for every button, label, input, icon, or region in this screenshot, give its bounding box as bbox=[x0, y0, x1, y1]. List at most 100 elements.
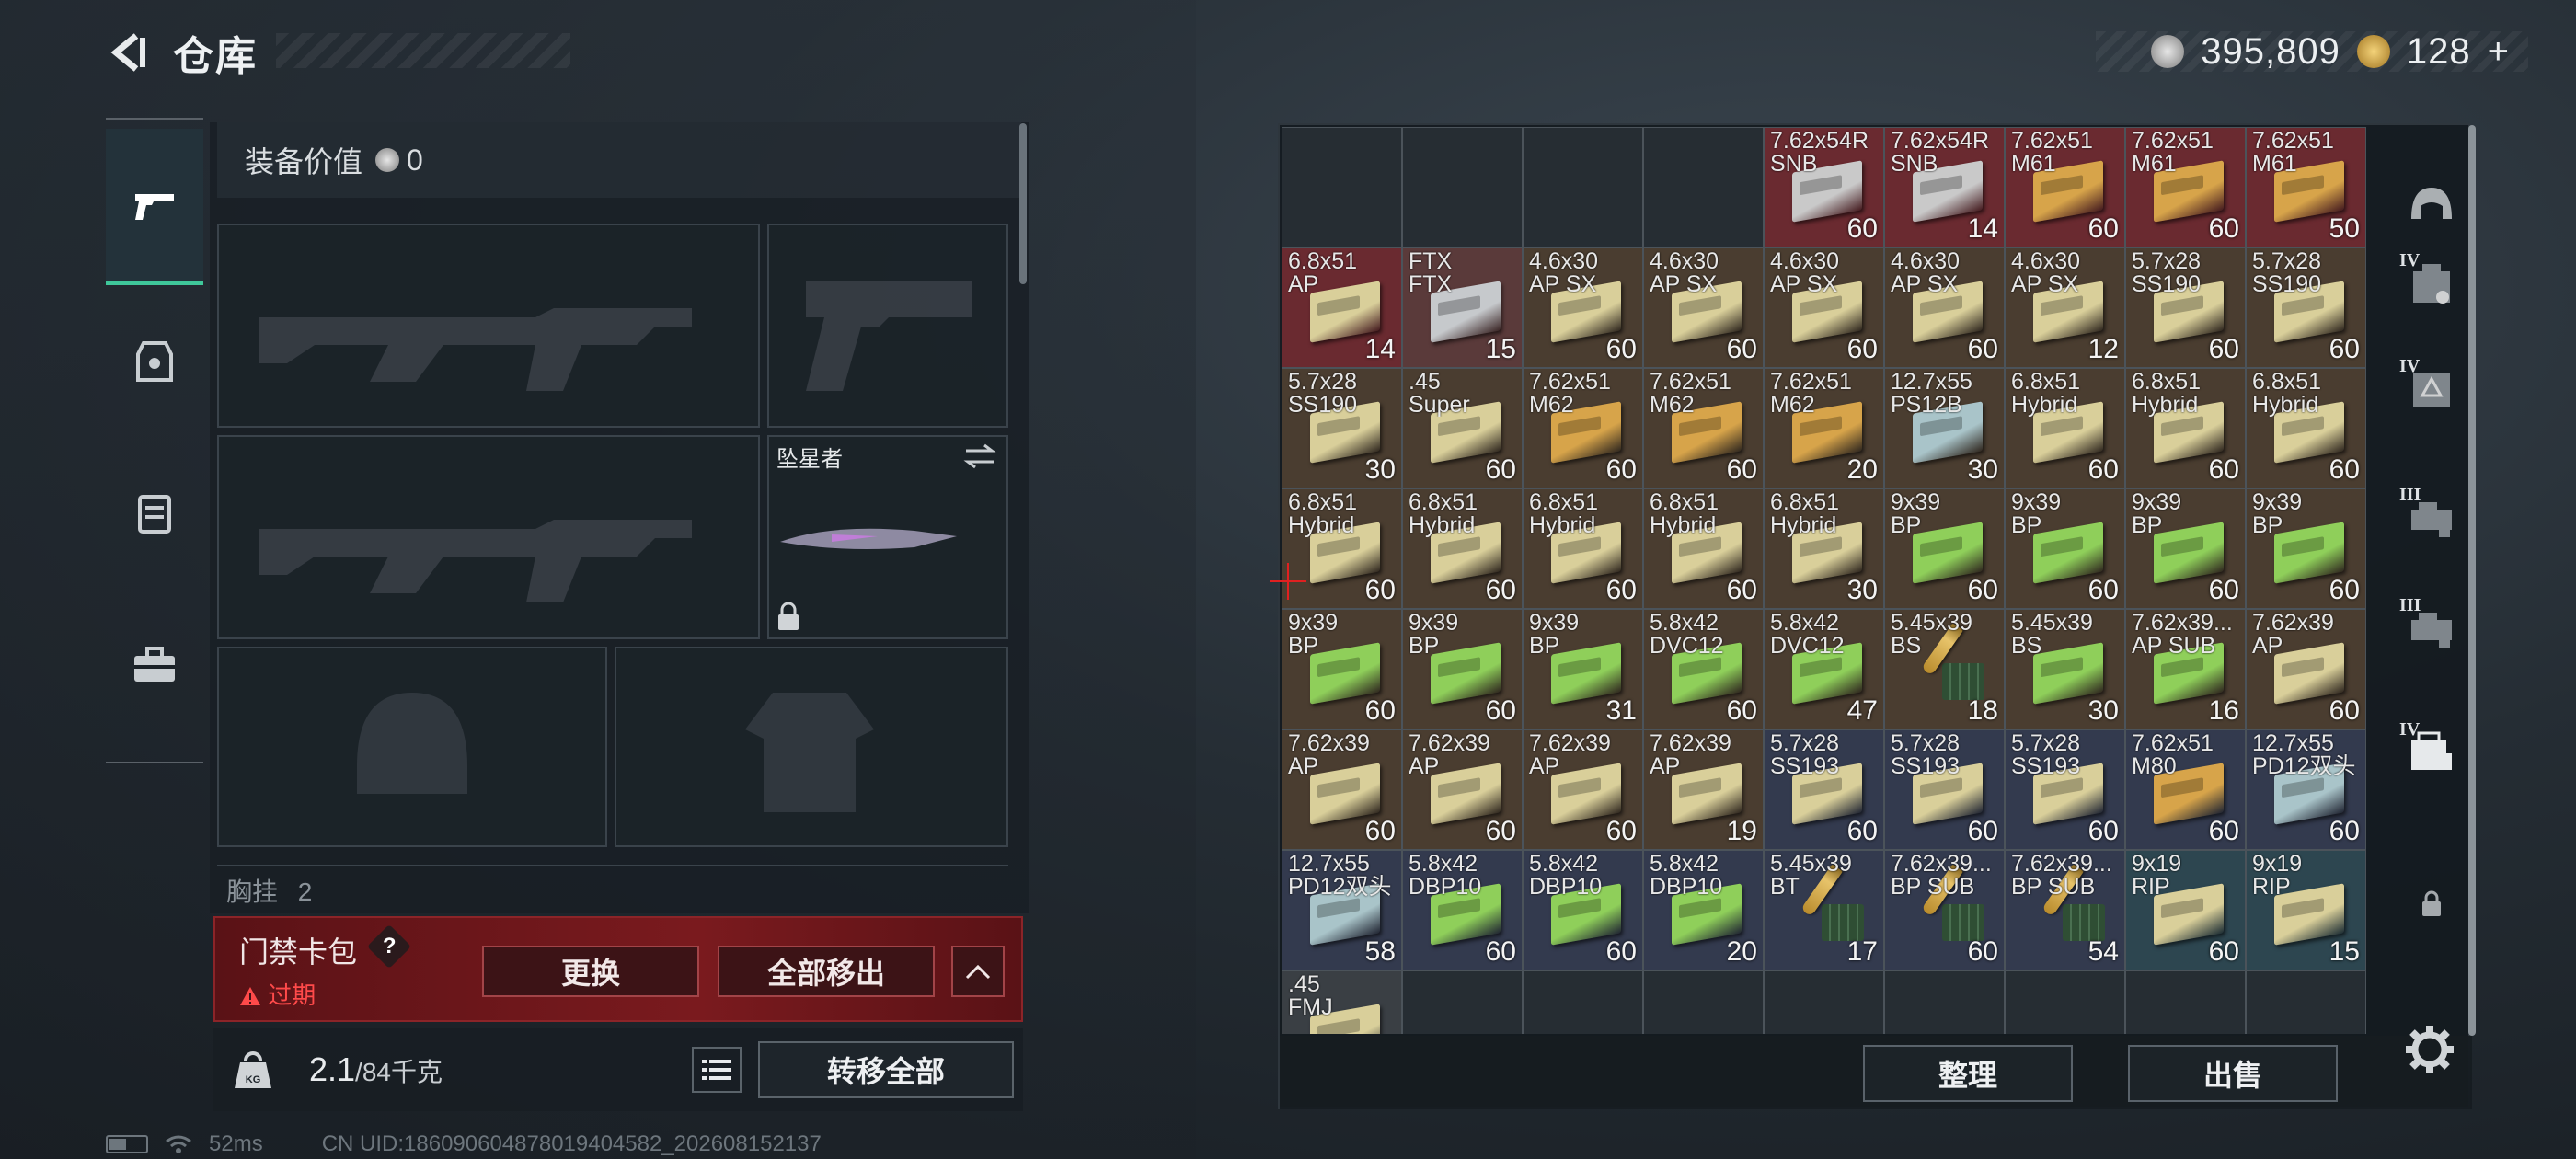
empty-slot[interactable] bbox=[1402, 127, 1523, 247]
ammo-item[interactable]: 9x19 RIP 15 bbox=[2246, 850, 2366, 970]
ammo-item[interactable]: 12.7x55 PS12B 30 bbox=[1884, 368, 2005, 488]
empty-slot[interactable] bbox=[1523, 970, 1643, 1034]
replace-button[interactable]: 更换 bbox=[482, 946, 699, 997]
chest-rig-row[interactable]: 胸挂 2 bbox=[217, 865, 1008, 906]
ammo-item[interactable]: 7.62x51 M80 60 bbox=[2125, 729, 2246, 850]
container-tab-lock[interactable] bbox=[2383, 851, 2480, 961]
ammo-item[interactable]: 7.62x39... BP SUB 60 bbox=[1884, 850, 2005, 970]
container-tab-backpack[interactable]: III bbox=[2383, 575, 2480, 685]
ammo-item[interactable]: 4.6x30 AP SX 60 bbox=[1643, 247, 1764, 368]
sort-button[interactable]: 整理 bbox=[1863, 1045, 2073, 1102]
ammo-item[interactable]: 9x39 BP 60 bbox=[1884, 488, 2005, 609]
ammo-item[interactable]: 5.7x28 SS190 30 bbox=[1282, 368, 1402, 488]
ammo-item[interactable]: 7.62x51 M62 60 bbox=[1643, 368, 1764, 488]
ammo-item[interactable]: 5.8x42 DVC12 60 bbox=[1643, 609, 1764, 729]
gold-add-button[interactable]: + bbox=[2488, 31, 2510, 73]
empty-slot[interactable] bbox=[2246, 970, 2366, 1034]
ammo-item[interactable]: 6.8x51 Hybrid 60 bbox=[1402, 488, 1523, 609]
primary-weapon-slot[interactable] bbox=[217, 224, 760, 428]
empty-slot[interactable] bbox=[1764, 970, 1884, 1034]
empty-slot[interactable] bbox=[1523, 127, 1643, 247]
helmet-slot[interactable] bbox=[217, 647, 607, 847]
ammo-item[interactable]: 9x39 BP 60 bbox=[2125, 488, 2246, 609]
ammo-item[interactable]: 7.62x39 AP 19 bbox=[1643, 729, 1764, 850]
empty-slot[interactable] bbox=[1884, 970, 2005, 1034]
ammo-item[interactable]: 5.7x28 SS193 60 bbox=[1764, 729, 1884, 850]
loadout-scrollbar[interactable] bbox=[1019, 123, 1027, 284]
container-tab-backpack[interactable]: III bbox=[2383, 465, 2480, 575]
sell-button[interactable]: 出售 bbox=[2128, 1045, 2338, 1102]
ammo-item[interactable]: 6.8x51 Hybrid 60 bbox=[1523, 488, 1643, 609]
container-tab-case[interactable]: IV bbox=[2383, 699, 2480, 809]
back-arrow-icon[interactable] bbox=[101, 25, 156, 80]
ammo-item[interactable]: 4.6x30 AP SX 60 bbox=[1523, 247, 1643, 368]
ammo-item[interactable]: 9x19 RIP 60 bbox=[2125, 850, 2246, 970]
empty-slot[interactable] bbox=[2125, 970, 2246, 1034]
melee-slot[interactable]: 坠星者 bbox=[767, 435, 1008, 639]
ammo-item[interactable]: 12.7x55 PD12双头 60 bbox=[2246, 729, 2366, 850]
empty-slot[interactable] bbox=[1643, 127, 1764, 247]
ammo-item[interactable]: 7.62x51 M62 20 bbox=[1764, 368, 1884, 488]
ammo-item[interactable]: 6.8x51 Hybrid 60 bbox=[2005, 368, 2125, 488]
ammo-item[interactable]: 7.62x51 M61 50 bbox=[2246, 127, 2366, 247]
ammo-item[interactable]: 9x39 BP 60 bbox=[1402, 609, 1523, 729]
help-icon[interactable]: ? bbox=[366, 924, 412, 970]
ammo-item[interactable]: 7.62x54R SNB 14 bbox=[1884, 127, 2005, 247]
ammo-item[interactable]: 7.62x39 AP 60 bbox=[1282, 729, 1402, 850]
ammo-item[interactable]: 9x39 BP 31 bbox=[1523, 609, 1643, 729]
swap-icon[interactable] bbox=[962, 442, 997, 470]
ammo-item[interactable]: 6.8x51 Hybrid 60 bbox=[2246, 368, 2366, 488]
ammo-item[interactable]: 4.6x30 AP SX 12 bbox=[2005, 247, 2125, 368]
container-tab-armor[interactable]: IV bbox=[2383, 230, 2480, 340]
ammo-item[interactable]: 5.8x42 DBP10 20 bbox=[1643, 850, 1764, 970]
ammo-item[interactable]: 7.62x39... BP SUB 54 bbox=[2005, 850, 2125, 970]
transfer-all-button[interactable]: 转移全部 bbox=[758, 1041, 1014, 1098]
ammo-item[interactable]: 5.7x28 SS193 60 bbox=[2005, 729, 2125, 850]
ammo-item[interactable]: 7.62x39... AP SUB 16 bbox=[2125, 609, 2246, 729]
sidearm-slot[interactable] bbox=[767, 224, 1008, 428]
list-view-button[interactable] bbox=[692, 1047, 742, 1093]
tab-rig[interactable] bbox=[106, 437, 203, 589]
ammo-item[interactable]: 9x39 BP 60 bbox=[2005, 488, 2125, 609]
body-armor-slot[interactable] bbox=[615, 647, 1008, 847]
empty-slot[interactable] bbox=[2005, 970, 2125, 1034]
ammo-item[interactable]: FTX FTX 15 bbox=[1402, 247, 1523, 368]
ammo-item[interactable]: 6.8x51 Hybrid 60 bbox=[1643, 488, 1764, 609]
ammo-item[interactable]: 5.45x39 BS 30 bbox=[2005, 609, 2125, 729]
empty-slot[interactable] bbox=[1643, 970, 1764, 1034]
ammo-item[interactable]: 7.62x51 M62 60 bbox=[1523, 368, 1643, 488]
ammo-item[interactable]: 5.8x42 DBP10 60 bbox=[1402, 850, 1523, 970]
container-tab-rig[interactable]: IV bbox=[2383, 336, 2480, 446]
ammo-item[interactable]: 4.6x30 AP SX 60 bbox=[1764, 247, 1884, 368]
tab-case[interactable] bbox=[106, 589, 203, 740]
ammo-item[interactable]: .45 Super 60 bbox=[1402, 368, 1523, 488]
ammo-item[interactable]: 6.8x51 Hybrid 60 bbox=[2125, 368, 2246, 488]
ammo-item[interactable]: 12.7x55 PD12双头 58 bbox=[1282, 850, 1402, 970]
settings-gear-icon[interactable] bbox=[2403, 1023, 2456, 1076]
ammo-item[interactable]: 7.62x39 AP 60 bbox=[1523, 729, 1643, 850]
ammo-item[interactable]: 5.45x39 BS 18 bbox=[1884, 609, 2005, 729]
ammo-item[interactable]: 9x39 BP 60 bbox=[1282, 609, 1402, 729]
ammo-item[interactable]: 4.6x30 AP SX 60 bbox=[1884, 247, 2005, 368]
ammo-item[interactable]: 7.62x39 AP 60 bbox=[1402, 729, 1523, 850]
remove-all-button[interactable]: 全部移出 bbox=[718, 946, 935, 997]
ammo-item[interactable]: 5.7x28 SS190 60 bbox=[2246, 247, 2366, 368]
ammo-item[interactable]: 7.62x51 M61 60 bbox=[2125, 127, 2246, 247]
ammo-item[interactable]: 5.7x28 SS190 60 bbox=[2125, 247, 2246, 368]
tab-weapons[interactable] bbox=[106, 129, 203, 285]
ammo-item[interactable]: 7.62x39 AP 60 bbox=[2246, 609, 2366, 729]
collapse-button[interactable] bbox=[951, 946, 1005, 997]
ammo-item[interactable]: 5.45x39 BT 17 bbox=[1764, 850, 1884, 970]
ammo-item[interactable]: 5.7x28 SS193 60 bbox=[1884, 729, 2005, 850]
ammo-item[interactable]: 7.62x54R SNB 60 bbox=[1764, 127, 1884, 247]
ammo-item[interactable]: 6.8x51 Hybrid 30 bbox=[1764, 488, 1884, 609]
ammo-item[interactable]: 7.62x51 M61 60 bbox=[2005, 127, 2125, 247]
tab-armor[interactable] bbox=[106, 285, 203, 437]
ammo-item[interactable]: 6.8x51 AP 14 bbox=[1282, 247, 1402, 368]
ammo-item[interactable]: 9x39 BP 60 bbox=[2246, 488, 2366, 609]
ammo-item[interactable]: 5.8x42 DVC12 47 bbox=[1764, 609, 1884, 729]
ammo-item[interactable]: .45 FMJ bbox=[1282, 970, 1402, 1034]
empty-slot[interactable] bbox=[1282, 127, 1402, 247]
ammo-item[interactable]: 5.8x42 DBP10 60 bbox=[1523, 850, 1643, 970]
secondary-weapon-slot[interactable] bbox=[217, 435, 760, 639]
